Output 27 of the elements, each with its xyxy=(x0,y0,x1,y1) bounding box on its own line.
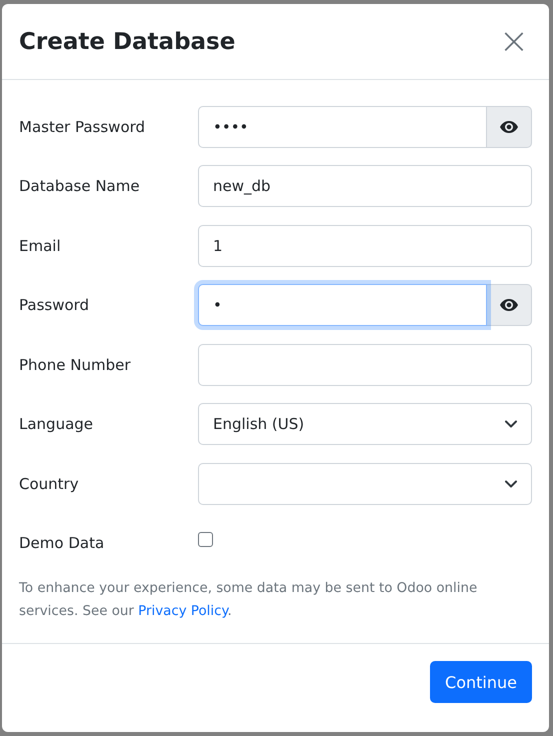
chevron-down-icon xyxy=(505,420,517,428)
field-label: Phone Number xyxy=(19,356,132,374)
field-label: Language xyxy=(19,415,94,434)
continue-button[interactable]: Continue xyxy=(430,661,532,703)
close-button[interactable]: × xyxy=(494,24,533,60)
password-field[interactable]: •••• xyxy=(198,106,487,148)
field-label: Master Password xyxy=(19,118,146,136)
field-label: Email xyxy=(19,236,62,255)
field-label: Password xyxy=(19,296,90,314)
text-field[interactable]: new_db xyxy=(198,165,532,208)
text-field[interactable]: 1 xyxy=(198,224,532,267)
chevron-down-icon xyxy=(505,480,517,488)
show-password-button[interactable] xyxy=(487,284,532,326)
field-label: Demo Data xyxy=(19,534,106,552)
eye-icon xyxy=(500,299,518,312)
dropdown-field[interactable] xyxy=(198,462,532,505)
text-field[interactable] xyxy=(198,344,532,386)
privacy-policy-link[interactable]: Privacy Policy xyxy=(138,604,228,619)
dialog-title: Create Database xyxy=(19,28,236,54)
privacy-notice: To enhance your experience, some data may be sent to Odoo online services. See our Privacy Policy. xyxy=(19,580,478,621)
field-label: Database Name xyxy=(19,177,141,196)
dropdown-field[interactable]: English (US) xyxy=(198,403,532,446)
show-password-button[interactable] xyxy=(487,106,532,148)
field-label: Country xyxy=(19,474,80,493)
eye-icon xyxy=(500,120,518,133)
checkbox[interactable] xyxy=(198,532,213,547)
password-field[interactable]: • xyxy=(198,284,487,326)
